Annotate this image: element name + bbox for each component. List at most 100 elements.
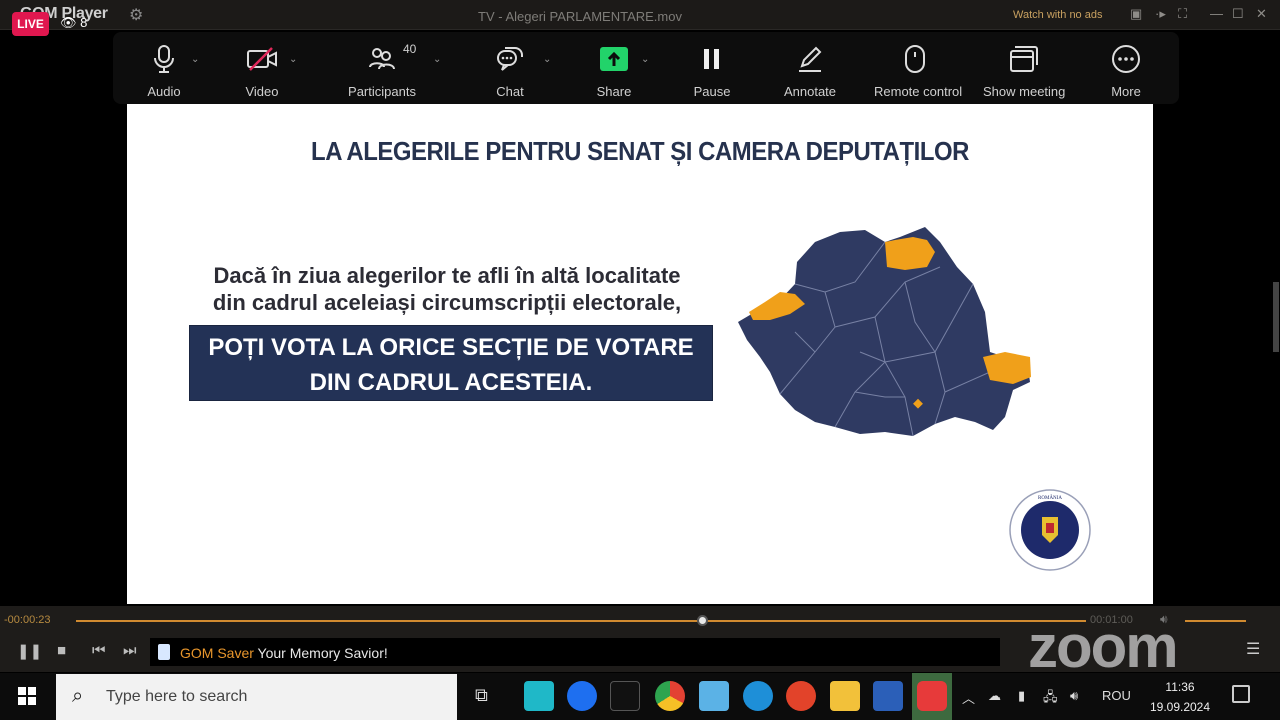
onedrive-icon[interactable]: ☁	[988, 688, 1001, 704]
slide-body-text: Dacă în ziua alegerilor te afli în altă …	[157, 262, 737, 316]
pause-icon	[691, 44, 733, 74]
romania-outline	[738, 227, 1030, 436]
fullscreen-icon[interactable]: ⛶	[1178, 6, 1187, 22]
annotate-label: Annotate	[783, 84, 837, 99]
slide-box-line-1: POȚI VOTA LA ORICE SECȚIE DE VOTARE	[208, 334, 694, 361]
annotate-button[interactable]: Annotate	[784, 32, 836, 104]
viewer-count-value: 8	[80, 15, 88, 30]
control-panel-app-icon[interactable]	[699, 681, 729, 711]
stop-button[interactable]: ■	[57, 642, 66, 659]
windows-taskbar: ⌕ Type here to search ⧉ ︿ ☁ ▮ 🖧︎ 🔊︎ ROU …	[0, 673, 1280, 720]
window-icon	[1003, 44, 1045, 74]
audio-label: Audio	[147, 84, 181, 99]
maximize-icon[interactable]: ☐	[1232, 6, 1244, 22]
window-title: TV - Alegeri PARLAMENTARE.mov	[478, 9, 682, 24]
more-icon	[1105, 44, 1147, 74]
audio-options-chevron-icon[interactable]: ⌄	[191, 54, 199, 65]
chat-icon	[489, 44, 531, 74]
participants-button[interactable]: Participants	[348, 32, 416, 104]
participants-label: Participants	[348, 84, 416, 99]
chat-options-chevron-icon[interactable]: ⌄	[543, 54, 551, 65]
pencil-icon	[789, 44, 831, 74]
menu-icon[interactable]: ☰	[1246, 639, 1260, 659]
slide-highlight-box: POȚI VOTA LA ORICE SECȚIE DE VOTARE DIN …	[189, 325, 713, 401]
pause-label: Pause	[693, 84, 731, 99]
saver-brand: GOM Saver	[180, 645, 254, 661]
next-button[interactable]: ⏭︎	[123, 642, 137, 659]
chat-label: Chat	[496, 84, 524, 99]
zoom-app-icon[interactable]	[567, 681, 597, 711]
playlist-icon[interactable]: ▣	[1130, 6, 1142, 22]
viewer-count: 👁 8	[60, 15, 87, 31]
pause-share-button[interactable]: Pause	[691, 32, 733, 104]
gom-saver-ad[interactable]: GOM Saver Your Memory Savior!	[150, 638, 1000, 666]
app-stack-icon[interactable]	[524, 681, 554, 711]
more-label: More	[1111, 84, 1141, 99]
participant-count: 40	[403, 42, 417, 56]
seek-bar[interactable]	[76, 620, 1086, 622]
language-indicator[interactable]: ROU	[1102, 688, 1131, 703]
wps-office-app-icon[interactable]	[786, 681, 816, 711]
network-icon[interactable]: 🖧︎	[1043, 688, 1058, 710]
usb-icon[interactable]: ▮	[1018, 688, 1025, 704]
remote-control-label: Remote control	[874, 84, 963, 99]
watch-no-ads-link[interactable]: Watch with no ads	[1013, 9, 1102, 21]
share-icon	[593, 44, 635, 74]
taskbar-clock[interactable]: 11:36 19.09.2024	[1140, 677, 1220, 717]
close-icon[interactable]: ✕	[1256, 6, 1267, 22]
gom-title-bar: GOM Player ⚙ TV - Alegeri PARLAMENTARE.m…	[0, 0, 1280, 30]
volume-tray-icon[interactable]: 🔊︎	[1070, 688, 1078, 704]
video-off-icon	[241, 44, 283, 74]
search-icon: ⌕	[72, 685, 84, 707]
zoom-toolbar: Audio ⌄ Video ⌄ Participants 40 ⌄ Chat ⌄	[113, 32, 1179, 104]
pause-button[interactable]: ❚❚	[17, 642, 42, 660]
share-options-chevron-icon[interactable]: ⌄	[641, 54, 649, 65]
slide-title: LA ALEGERILE PENTRU SENAT ȘI CAMERA DEPU…	[311, 136, 969, 166]
tray-expand-chevron-icon[interactable]: ︿	[962, 688, 975, 707]
minimize-icon[interactable]: —	[1210, 6, 1223, 22]
zoom-watermark: zoom	[1028, 613, 1179, 680]
terminal-app-icon[interactable]	[610, 681, 640, 711]
volume-slider[interactable]	[1185, 620, 1247, 622]
video-label: Video	[245, 84, 279, 99]
gom-player-app-active[interactable]	[912, 673, 952, 720]
live-badge: LIVE	[12, 12, 49, 36]
notifications-icon[interactable]	[1232, 685, 1250, 703]
slide-body-line-1: Dacă în ziua alegerilor te afli în altă …	[213, 263, 681, 288]
gom-player-app-icon	[917, 681, 947, 711]
slide-body-line-2: din cadrul aceleiași circumscripții elec…	[212, 290, 682, 315]
seek-handle[interactable]	[697, 615, 709, 626]
edge-app-icon[interactable]	[743, 681, 773, 711]
vertical-scrollbar[interactable]	[1273, 282, 1279, 352]
chat-button[interactable]: Chat	[489, 32, 531, 104]
participants-options-chevron-icon[interactable]: ⌄	[433, 54, 441, 65]
more-button[interactable]: More	[1105, 32, 1147, 104]
clock-date: 19.09.2024	[1149, 700, 1211, 714]
show-meeting-label: Show meeting	[983, 84, 1066, 99]
search-placeholder: Type here to search	[106, 688, 248, 705]
windows-start-icon[interactable]	[18, 687, 36, 705]
show-meeting-button[interactable]: Show meeting	[983, 32, 1065, 104]
video-button[interactable]: Video	[241, 32, 283, 104]
remote-control-button[interactable]: Remote control	[874, 32, 962, 104]
forward-icon[interactable]: ·▸	[1155, 6, 1166, 22]
video-options-chevron-icon[interactable]: ⌄	[289, 54, 297, 65]
word-app-icon[interactable]	[873, 681, 903, 711]
task-view-icon[interactable]: ⧉	[475, 685, 488, 706]
taskbar-search-input[interactable]: ⌕ Type here to search	[56, 674, 457, 720]
participants-icon	[361, 44, 403, 74]
presentation-slide: LA ALEGERILE PENTRU SENAT ȘI CAMERA DEPU…	[127, 104, 1153, 604]
aep-seal-logo: ROMÂNIA	[1009, 489, 1091, 571]
share-label: Share	[596, 84, 632, 99]
previous-button[interactable]: ⏮︎	[92, 642, 106, 659]
chrome-app-icon[interactable]	[655, 681, 685, 711]
seal-text: ROMÂNIA	[1038, 495, 1062, 501]
current-time: -00:00:23	[4, 614, 51, 626]
highlight-region-tulcea	[983, 352, 1031, 384]
clock-time: 11:36	[1165, 680, 1195, 694]
audio-button[interactable]: Audio	[143, 32, 185, 104]
file-explorer-app-icon[interactable]	[830, 681, 860, 711]
share-button[interactable]: Share	[593, 32, 635, 104]
gom-saver-icon	[158, 644, 170, 660]
eye-icon: 👁	[60, 15, 77, 30]
